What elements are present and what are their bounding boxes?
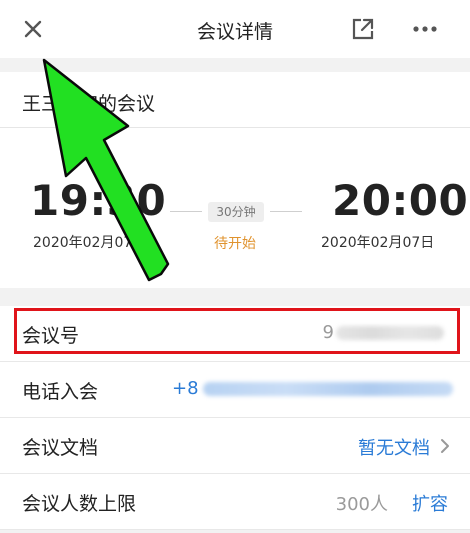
meeting-subject: 王三预定的会议 — [22, 93, 156, 115]
meeting-id-redacted — [336, 326, 444, 340]
documents-value: 暂无文档 — [358, 438, 430, 459]
page-title: 会议详情 — [196, 21, 273, 43]
meeting-id-value: 9 — [323, 322, 444, 343]
duration-line-right — [270, 211, 302, 212]
more-horizontal-icon — [413, 26, 437, 32]
dial-in-redacted — [202, 382, 453, 396]
meeting-details-list: 会议号 9 电话入会 +8 会议文档 暂无文档 会议人数上限 300人 扩容 — [0, 306, 470, 530]
end-date: 2020年02月07日 — [321, 235, 435, 251]
capacity-row: 会议人数上限 300人 扩容 — [0, 474, 470, 530]
duration-badge: 30分钟 — [208, 202, 264, 222]
dial-in-row[interactable]: 电话入会 +8 — [0, 362, 470, 418]
top-bar: 会议详情 — [0, 0, 470, 58]
more-button[interactable] — [408, 12, 442, 46]
duration-line-left — [170, 211, 202, 212]
dial-in-label: 电话入会 — [22, 381, 99, 403]
meeting-id-row[interactable]: 会议号 9 — [0, 306, 470, 362]
meeting-subject-row: 王三预定的会议 — [0, 72, 470, 128]
start-time: 19:30 — [30, 176, 167, 225]
meeting-id-visible-digit: 9 — [322, 322, 334, 343]
section-gap — [0, 58, 470, 72]
documents-row[interactable]: 会议文档 暂无文档 — [0, 418, 470, 474]
external-share-icon — [352, 18, 374, 40]
chevron-right-icon — [441, 439, 449, 453]
end-time: 20:00 — [332, 176, 469, 225]
documents-label: 会议文档 — [22, 437, 99, 459]
dial-in-visible-prefix: +8 — [172, 378, 199, 399]
dial-in-number[interactable]: +8 — [172, 378, 453, 399]
section-gap — [0, 288, 470, 306]
expand-capacity-link[interactable]: 扩容 — [412, 490, 448, 516]
capacity-value: 300人 — [335, 494, 388, 515]
capacity-label: 会议人数上限 — [22, 493, 137, 515]
meeting-time-card: 19:30 2020年02月07日 30分钟 待开始 20:00 2020年02… — [0, 128, 470, 288]
share-button[interactable] — [346, 12, 380, 46]
meeting-id-label: 会议号 — [22, 325, 80, 347]
